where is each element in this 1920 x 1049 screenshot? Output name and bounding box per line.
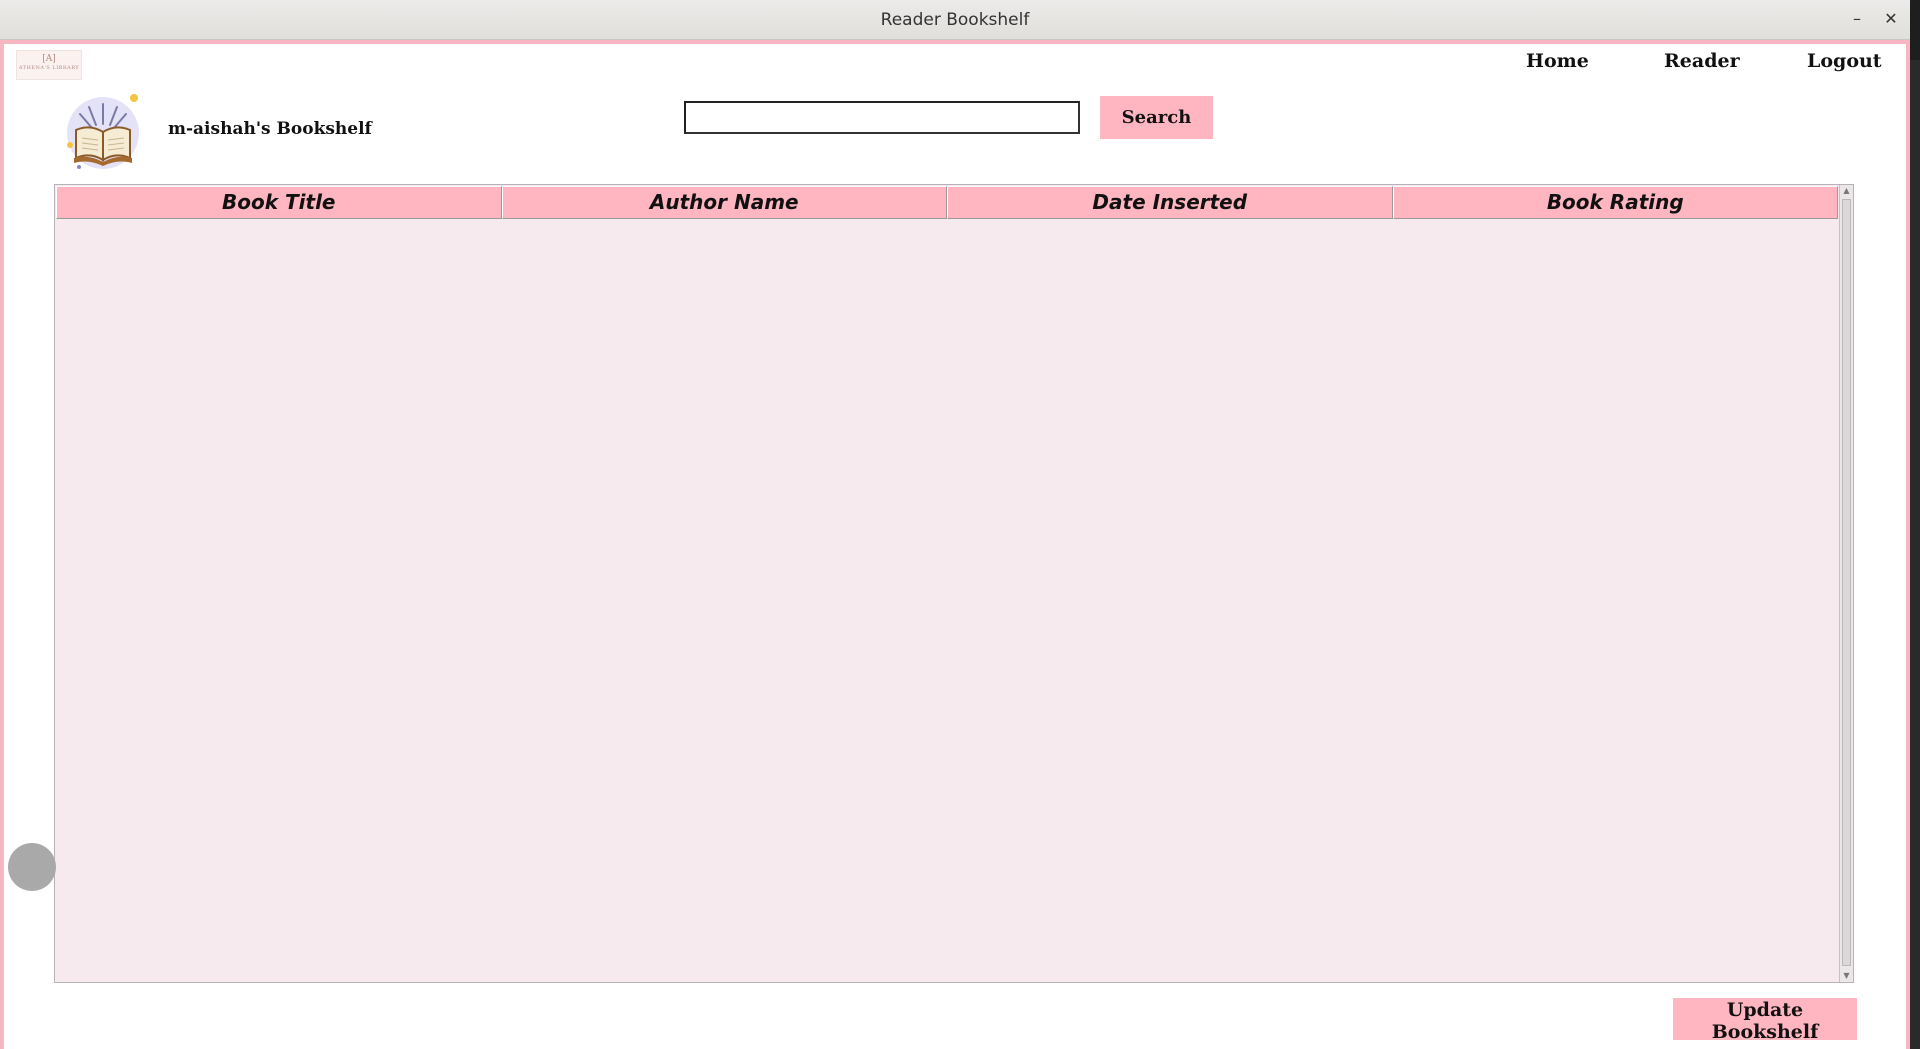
left-accent-strip [0, 40, 4, 1049]
floating-handle[interactable] [8, 843, 56, 891]
logo-mark: [A] [42, 54, 56, 64]
scrollbar-thumb[interactable] [1842, 199, 1851, 966]
window-title: Reader Bookshelf [880, 10, 1030, 30]
table-vertical-scrollbar[interactable]: ▲ ▼ [1839, 185, 1853, 982]
open-book-icon [64, 92, 142, 170]
close-button[interactable]: ✕ [1880, 8, 1902, 30]
top-accent-strip [0, 40, 1910, 44]
column-header-book-rating[interactable]: Book Rating [1392, 186, 1838, 219]
bookshelf-title: m-aishah's Bookshelf [168, 119, 372, 139]
search-input[interactable] [684, 101, 1080, 134]
column-header-date-inserted[interactable]: Date Inserted [947, 186, 1393, 219]
table-body[interactable] [56, 219, 1838, 982]
update-bookshelf-button[interactable]: Update Bookshelf [1673, 998, 1857, 1043]
desktop-background [1910, 60, 1920, 1049]
nav-logout[interactable]: Logout [1807, 50, 1882, 72]
right-accent-strip [1906, 40, 1910, 1049]
column-header-book-title[interactable]: Book Title [56, 186, 502, 219]
scroll-up-arrow-icon[interactable]: ▲ [1840, 185, 1853, 197]
title-bar: Reader Bookshelf – ✕ [0, 0, 1910, 40]
nav-home[interactable]: Home [1526, 50, 1589, 72]
minimize-button[interactable]: – [1846, 8, 1868, 30]
logo-name: ATHENA'S LIBRARY [18, 65, 80, 71]
library-logo: [A] ATHENA'S LIBRARY [16, 50, 82, 80]
scroll-down-arrow-icon[interactable]: ▼ [1840, 970, 1853, 982]
column-header-author-name[interactable]: Author Name [501, 186, 947, 219]
table-header: Book Title Author Name Date Inserted Boo… [56, 186, 1838, 219]
search-button[interactable]: Search [1100, 96, 1213, 139]
bookshelf-table: Book Title Author Name Date Inserted Boo… [54, 184, 1854, 983]
nav-reader[interactable]: Reader [1664, 50, 1740, 72]
app-window: Reader Bookshelf – ✕ [A] ATHENA'S LIBRAR… [0, 0, 1910, 1049]
